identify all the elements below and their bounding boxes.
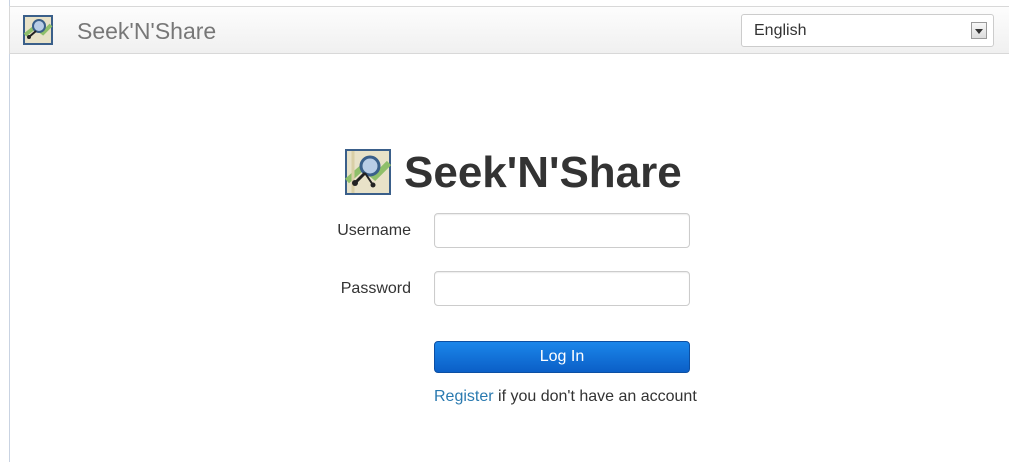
password-input[interactable] <box>434 271 690 306</box>
top-navbar: Seek'N'Share English <box>9 6 1009 54</box>
chevron-down-icon[interactable] <box>971 22 987 39</box>
language-select-value: English <box>754 22 807 39</box>
register-prompt: Register if you don't have an account <box>434 388 697 406</box>
language-select[interactable]: English <box>741 14 994 47</box>
username-label: Username <box>337 222 411 239</box>
username-input[interactable] <box>434 213 690 248</box>
brand-title[interactable]: Seek'N'Share <box>77 17 216 45</box>
register-link[interactable]: Register <box>434 388 494 405</box>
password-label: Password <box>340 280 411 297</box>
register-suffix-text: if you don't have an account <box>493 388 697 405</box>
login-heading: Seek'N'Share <box>404 148 682 197</box>
login-button[interactable]: Log In <box>434 341 690 373</box>
map-pin-logo-icon <box>345 149 391 195</box>
map-pin-logo-icon[interactable] <box>23 15 53 45</box>
